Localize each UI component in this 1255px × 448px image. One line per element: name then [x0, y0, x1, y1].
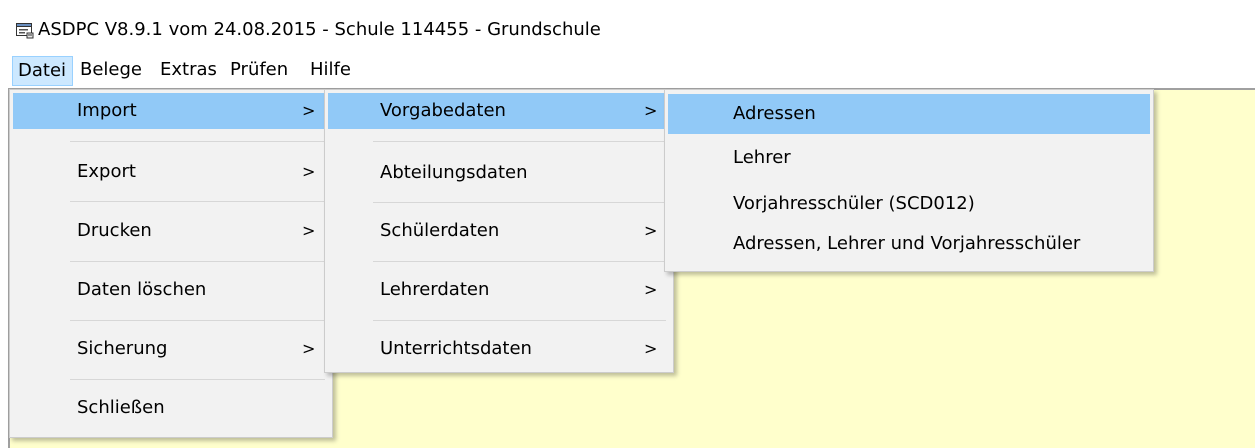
menu-item-lehrerdaten[interactable]: Lehrerdaten >: [328, 272, 670, 308]
menu-separator: [373, 141, 666, 142]
submenu-arrow-icon: >: [302, 162, 316, 181]
menu-bar: Datei Belege Extras Prüfen Hilfe: [0, 56, 1255, 88]
menu-item-schuelerdaten[interactable]: Schülerdaten >: [328, 213, 670, 249]
menu-item-label: Lehrerdaten: [380, 279, 490, 300]
menu-item-daten-loeschen[interactable]: Daten löschen: [13, 272, 329, 308]
app-window-icon: [16, 22, 34, 39]
menu-item-label: Unterrichtsdaten: [380, 338, 532, 359]
submenu-arrow-icon: >: [644, 280, 658, 299]
menu-item-label: Lehrer: [733, 147, 791, 168]
menu-separator: [70, 141, 325, 142]
menu-item-label: Schülerdaten: [380, 220, 500, 241]
menu-item-label: Schließen: [77, 397, 165, 418]
title-bar: ASDPC V8.9.1 vom 24.08.2015 - Schule 114…: [0, 0, 1255, 46]
submenu-arrow-icon: >: [644, 339, 658, 358]
menu-separator: [70, 261, 325, 262]
submenu-arrow-icon: >: [302, 339, 316, 358]
menu-item-adressen[interactable]: Adressen: [668, 94, 1150, 134]
vorgabedaten-submenu: Adressen Lehrer Vorjahresschüler (SCD012…: [664, 89, 1154, 272]
menu-extras[interactable]: Extras: [160, 56, 217, 86]
menu-item-label: Import: [77, 100, 137, 121]
menu-datei[interactable]: Datei: [12, 56, 73, 86]
menu-item-abteilungsdaten[interactable]: Abteilungsdaten: [328, 155, 670, 191]
menu-hilfe[interactable]: Hilfe: [310, 56, 351, 86]
menu-item-label: Vorgabedaten: [380, 100, 506, 121]
submenu-arrow-icon: >: [302, 101, 316, 120]
menu-item-label: Sicherung: [77, 338, 168, 359]
menu-item-label: Daten löschen: [77, 279, 207, 300]
import-submenu: Vorgabedaten > Abteilungsdaten Schülerda…: [324, 89, 674, 373]
menu-item-import[interactable]: Import >: [13, 93, 329, 129]
submenu-arrow-icon: >: [644, 221, 658, 240]
menu-separator: [373, 320, 666, 321]
menu-separator: [373, 261, 666, 262]
menu-separator: [70, 201, 325, 202]
menu-separator: [70, 320, 325, 321]
menu-item-schliessen[interactable]: Schließen: [13, 390, 329, 426]
menu-item-label: Adressen: [733, 103, 816, 124]
submenu-arrow-icon: >: [302, 221, 316, 240]
menu-item-adressen-lehrer-vorjahresschueler[interactable]: Adressen, Lehrer und Vorjahresschüler: [668, 226, 1150, 262]
menu-item-sicherung[interactable]: Sicherung >: [13, 331, 329, 367]
menu-separator: [70, 379, 325, 380]
menu-item-vorgabedaten[interactable]: Vorgabedaten >: [328, 93, 670, 129]
menu-item-unterrichtsdaten[interactable]: Unterrichtsdaten >: [328, 331, 670, 367]
menu-item-label: Drucken: [77, 220, 152, 241]
menu-item-drucken[interactable]: Drucken >: [13, 213, 329, 249]
menu-item-label: Adressen, Lehrer und Vorjahresschüler: [733, 233, 1081, 254]
menu-item-label: Export: [77, 161, 136, 182]
menu-item-label: Abteilungsdaten: [380, 162, 528, 183]
datei-menu: Import > Export > Drucken > Daten lösche…: [9, 89, 333, 438]
menu-item-export[interactable]: Export >: [13, 154, 329, 190]
submenu-arrow-icon: >: [644, 101, 658, 120]
menu-separator: [373, 202, 666, 203]
window-title: ASDPC V8.9.1 vom 24.08.2015 - Schule 114…: [38, 19, 601, 40]
menu-pruefen[interactable]: Prüfen: [230, 56, 288, 86]
menu-item-vorjahresschueler[interactable]: Vorjahresschüler (SCD012): [668, 186, 1150, 222]
menu-belege[interactable]: Belege: [80, 56, 142, 86]
menu-item-label: Vorjahresschüler (SCD012): [733, 193, 975, 214]
menu-item-lehrer[interactable]: Lehrer: [668, 140, 1150, 176]
